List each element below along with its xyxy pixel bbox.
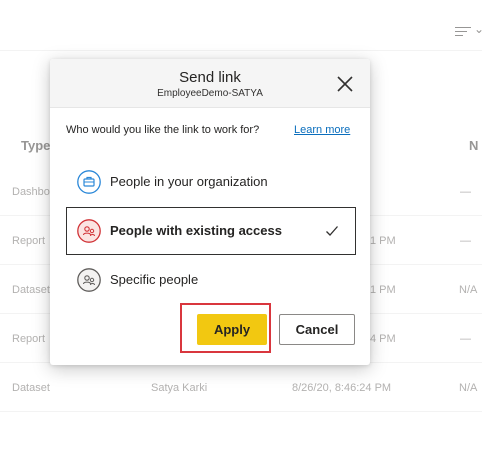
option-label: People with existing access (110, 223, 282, 238)
dialog-header: Send link EmployeeDemo-SATYA (50, 59, 370, 108)
option-label: People in your organization (110, 174, 268, 189)
question-text: Who would you like the link to work for? (66, 124, 260, 136)
learn-more-link[interactable]: Learn more (294, 124, 350, 136)
organization-icon (77, 170, 101, 194)
option-specific-people[interactable]: Specific people (66, 256, 356, 304)
specific-people-icon (77, 268, 101, 292)
dialog-title: Send link (179, 69, 241, 86)
apply-button[interactable]: Apply (197, 314, 267, 345)
close-icon[interactable] (336, 75, 354, 93)
checkmark-icon (325, 224, 339, 238)
send-link-dialog: Send link EmployeeDemo-SATYA Who would y… (50, 59, 370, 365)
dialog-subtitle: EmployeeDemo-SATYA (157, 88, 263, 99)
option-people-in-organization[interactable]: People in your organization (66, 158, 356, 206)
option-label: Specific people (110, 272, 199, 287)
option-people-with-existing-access[interactable]: People with existing access (66, 207, 356, 255)
existing-access-icon (77, 219, 101, 243)
cancel-button[interactable]: Cancel (279, 314, 355, 345)
